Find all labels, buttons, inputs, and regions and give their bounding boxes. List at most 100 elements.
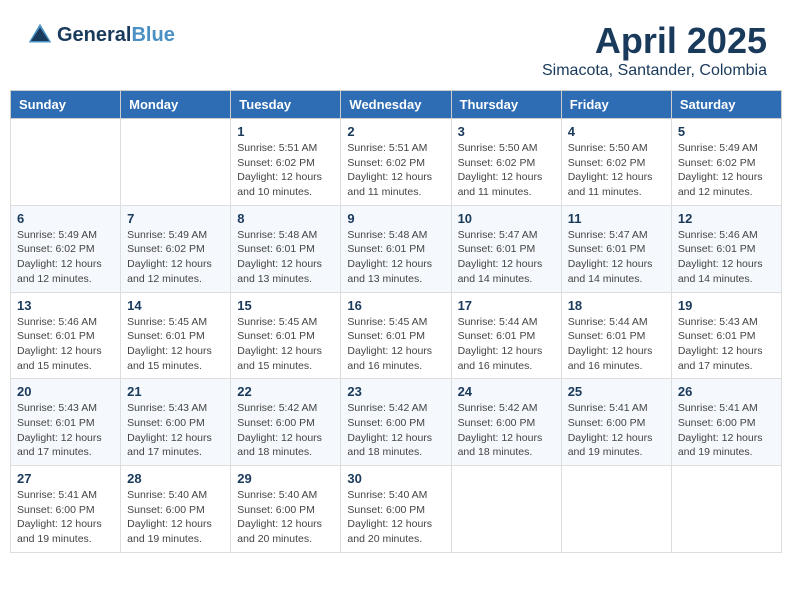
day-cell: 23 Sunrise: 5:42 AM Sunset: 6:00 PM Dayli… <box>341 379 451 466</box>
day-detail: Sunrise: 5:49 AM Sunset: 6:02 PM Dayligh… <box>127 228 224 287</box>
day-cell: 14 Sunrise: 5:45 AM Sunset: 6:01 PM Dayli… <box>121 292 231 379</box>
col-header-monday: Monday <box>121 91 231 119</box>
day-detail: Sunrise: 5:41 AM Sunset: 6:00 PM Dayligh… <box>678 401 775 460</box>
logo-general: General <box>57 24 131 46</box>
title-area: April 2025 Simacota, Santander, Colombia <box>542 20 767 80</box>
day-detail: Sunrise: 5:47 AM Sunset: 6:01 PM Dayligh… <box>458 228 555 287</box>
day-number: 14 <box>127 298 224 313</box>
day-number: 27 <box>17 471 114 486</box>
day-number: 23 <box>347 384 444 399</box>
day-number: 8 <box>237 211 334 226</box>
day-number: 19 <box>678 298 775 313</box>
day-cell: 10 Sunrise: 5:47 AM Sunset: 6:01 PM Dayli… <box>451 205 561 292</box>
day-number: 22 <box>237 384 334 399</box>
day-number: 21 <box>127 384 224 399</box>
day-detail: Sunrise: 5:49 AM Sunset: 6:02 PM Dayligh… <box>17 228 114 287</box>
day-cell <box>561 466 671 553</box>
day-number: 16 <box>347 298 444 313</box>
week-row-5: 27Sunrise: 5:41 AM Sunset: 6:00 PM Dayli… <box>11 466 782 553</box>
day-cell: 13 Sunrise: 5:46 AM Sunset: 6:01 PM Dayli… <box>11 292 121 379</box>
col-header-tuesday: Tuesday <box>231 91 341 119</box>
day-detail: Sunrise: 5:45 AM Sunset: 6:01 PM Dayligh… <box>127 315 224 374</box>
day-cell: 30Sunrise: 5:40 AM Sunset: 6:00 PM Dayli… <box>341 466 451 553</box>
day-detail: Sunrise: 5:45 AM Sunset: 6:01 PM Dayligh… <box>347 315 444 374</box>
logo: GeneralBlue <box>25 20 175 50</box>
day-cell <box>11 119 121 206</box>
logo-blue: Blue <box>131 24 174 46</box>
day-cell: 24 Sunrise: 5:42 AM Sunset: 6:00 PM Dayli… <box>451 379 561 466</box>
day-detail: Sunrise: 5:44 AM Sunset: 6:01 PM Dayligh… <box>458 315 555 374</box>
day-cell: 21 Sunrise: 5:43 AM Sunset: 6:00 PM Dayli… <box>121 379 231 466</box>
day-detail: Sunrise: 5:45 AM Sunset: 6:01 PM Dayligh… <box>237 315 334 374</box>
day-number: 30 <box>347 471 444 486</box>
day-detail: Sunrise: 5:51 AM Sunset: 6:02 PM Dayligh… <box>237 141 334 200</box>
day-detail: Sunrise: 5:43 AM Sunset: 6:01 PM Dayligh… <box>17 401 114 460</box>
day-number: 3 <box>458 124 555 139</box>
day-cell: 6 Sunrise: 5:49 AM Sunset: 6:02 PM Daylig… <box>11 205 121 292</box>
day-cell: 5Sunrise: 5:49 AM Sunset: 6:02 PM Daylig… <box>671 119 781 206</box>
day-number: 17 <box>458 298 555 313</box>
day-detail: Sunrise: 5:43 AM Sunset: 6:00 PM Dayligh… <box>127 401 224 460</box>
day-cell: 3 Sunrise: 5:50 AM Sunset: 6:02 PM Daylig… <box>451 119 561 206</box>
day-cell: 20 Sunrise: 5:43 AM Sunset: 6:01 PM Dayli… <box>11 379 121 466</box>
day-cell: 15 Sunrise: 5:45 AM Sunset: 6:01 PM Dayli… <box>231 292 341 379</box>
day-number: 18 <box>568 298 665 313</box>
day-detail: Sunrise: 5:46 AM Sunset: 6:01 PM Dayligh… <box>17 315 114 374</box>
day-number: 15 <box>237 298 334 313</box>
header: GeneralBlue April 2025 Simacota, Santand… <box>10 10 782 85</box>
day-cell: 22Sunrise: 5:42 AM Sunset: 6:00 PM Dayli… <box>231 379 341 466</box>
day-cell: 12Sunrise: 5:46 AM Sunset: 6:01 PM Dayli… <box>671 205 781 292</box>
day-number: 25 <box>568 384 665 399</box>
day-number: 24 <box>458 384 555 399</box>
day-cell: 4Sunrise: 5:50 AM Sunset: 6:02 PM Daylig… <box>561 119 671 206</box>
day-cell: 16 Sunrise: 5:45 AM Sunset: 6:01 PM Dayli… <box>341 292 451 379</box>
day-detail: Sunrise: 5:50 AM Sunset: 6:02 PM Dayligh… <box>458 141 555 200</box>
day-cell: 27Sunrise: 5:41 AM Sunset: 6:00 PM Dayli… <box>11 466 121 553</box>
col-header-saturday: Saturday <box>671 91 781 119</box>
day-detail: Sunrise: 5:40 AM Sunset: 6:00 PM Dayligh… <box>127 488 224 547</box>
day-detail: Sunrise: 5:49 AM Sunset: 6:02 PM Dayligh… <box>678 141 775 200</box>
day-cell: 1 Sunrise: 5:51 AM Sunset: 6:02 PM Daylig… <box>231 119 341 206</box>
week-row-1: 1 Sunrise: 5:51 AM Sunset: 6:02 PM Daylig… <box>11 119 782 206</box>
day-detail: Sunrise: 5:42 AM Sunset: 6:00 PM Dayligh… <box>458 401 555 460</box>
day-detail: Sunrise: 5:47 AM Sunset: 6:01 PM Dayligh… <box>568 228 665 287</box>
day-cell: 8 Sunrise: 5:48 AM Sunset: 6:01 PM Daylig… <box>231 205 341 292</box>
day-cell: 25 Sunrise: 5:41 AM Sunset: 6:00 PM Dayli… <box>561 379 671 466</box>
day-number: 20 <box>17 384 114 399</box>
day-number: 13 <box>17 298 114 313</box>
col-header-friday: Friday <box>561 91 671 119</box>
day-cell: 2 Sunrise: 5:51 AM Sunset: 6:02 PM Daylig… <box>341 119 451 206</box>
day-cell <box>451 466 561 553</box>
day-number: 26 <box>678 384 775 399</box>
day-number: 6 <box>17 211 114 226</box>
day-cell: 11 Sunrise: 5:47 AM Sunset: 6:01 PM Dayli… <box>561 205 671 292</box>
week-row-3: 13 Sunrise: 5:46 AM Sunset: 6:01 PM Dayli… <box>11 292 782 379</box>
logo-icon <box>25 20 55 50</box>
day-detail: Sunrise: 5:44 AM Sunset: 6:01 PM Dayligh… <box>568 315 665 374</box>
day-detail: Sunrise: 5:48 AM Sunset: 6:01 PM Dayligh… <box>347 228 444 287</box>
day-detail: Sunrise: 5:46 AM Sunset: 6:01 PM Dayligh… <box>678 228 775 287</box>
day-detail: Sunrise: 5:48 AM Sunset: 6:01 PM Dayligh… <box>237 228 334 287</box>
month-title: April 2025 <box>542 20 767 62</box>
calendar-header-row: SundayMondayTuesdayWednesdayThursdayFrid… <box>11 91 782 119</box>
day-number: 1 <box>237 124 334 139</box>
day-number: 10 <box>458 211 555 226</box>
day-number: 11 <box>568 211 665 226</box>
col-header-wednesday: Wednesday <box>341 91 451 119</box>
day-cell: 19 Sunrise: 5:43 AM Sunset: 6:01 PM Dayli… <box>671 292 781 379</box>
day-detail: Sunrise: 5:43 AM Sunset: 6:01 PM Dayligh… <box>678 315 775 374</box>
day-cell: 28Sunrise: 5:40 AM Sunset: 6:00 PM Dayli… <box>121 466 231 553</box>
day-detail: Sunrise: 5:40 AM Sunset: 6:00 PM Dayligh… <box>237 488 334 547</box>
day-cell: 7 Sunrise: 5:49 AM Sunset: 6:02 PM Daylig… <box>121 205 231 292</box>
day-cell: 29 Sunrise: 5:40 AM Sunset: 6:00 PM Dayli… <box>231 466 341 553</box>
day-detail: Sunrise: 5:51 AM Sunset: 6:02 PM Dayligh… <box>347 141 444 200</box>
col-header-sunday: Sunday <box>11 91 121 119</box>
day-detail: Sunrise: 5:41 AM Sunset: 6:00 PM Dayligh… <box>568 401 665 460</box>
day-number: 2 <box>347 124 444 139</box>
day-detail: Sunrise: 5:42 AM Sunset: 6:00 PM Dayligh… <box>347 401 444 460</box>
day-number: 29 <box>237 471 334 486</box>
day-number: 7 <box>127 211 224 226</box>
calendar: SundayMondayTuesdayWednesdayThursdayFrid… <box>10 90 782 553</box>
col-header-thursday: Thursday <box>451 91 561 119</box>
week-row-4: 20 Sunrise: 5:43 AM Sunset: 6:01 PM Dayli… <box>11 379 782 466</box>
